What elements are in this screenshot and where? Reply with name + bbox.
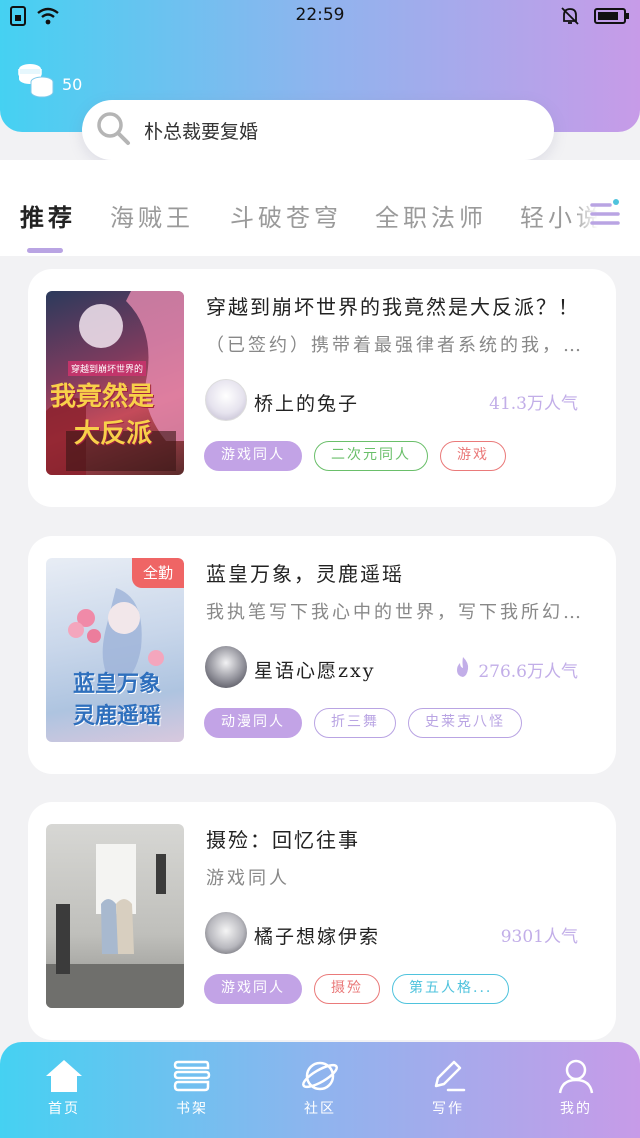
coin-balance[interactable]: 50 <box>16 62 82 102</box>
book-cover[interactable] <box>46 824 184 1008</box>
tag[interactable]: 动漫同人 <box>204 708 302 738</box>
book-title[interactable]: 蓝皇万象，灵鹿遥瑶 <box>206 558 606 587</box>
book-description: 游戏同人 <box>206 868 290 889</box>
user-icon <box>536 1058 616 1094</box>
nav-write[interactable]: 写作 <box>408 1058 488 1118</box>
fire-icon <box>454 656 472 683</box>
tag[interactable]: 游戏同人 <box>204 441 302 471</box>
book-title[interactable]: 穿越到崩坏世界的我竟然是大反派？！ <box>206 291 606 320</box>
search-input[interactable] <box>144 119 524 141</box>
author-avatar[interactable] <box>205 912 247 954</box>
bookshelf-icon <box>152 1058 232 1094</box>
popularity-count: 276.6万人气 <box>454 656 578 683</box>
tag[interactable]: 二次元同人 <box>314 441 428 471</box>
tag[interactable]: 折三舞 <box>314 708 396 738</box>
tab-active-indicator <box>27 248 63 253</box>
status-bar: 22:59 <box>0 0 640 34</box>
pen-icon <box>408 1058 488 1094</box>
author-avatar[interactable] <box>205 379 247 421</box>
tag-list: 游戏同人 二次元同人 游戏 <box>204 441 506 471</box>
menu-icon <box>588 196 624 236</box>
tag-list: 动漫同人 折三舞 史莱克八怪 <box>204 708 522 738</box>
coins-icon <box>16 62 56 102</box>
tab-recommend[interactable]: 推荐 <box>20 198 76 233</box>
popularity-count: 9301人气 <box>500 927 578 947</box>
book-title[interactable]: 摄殓：回忆往事 <box>206 824 606 853</box>
battery-icon <box>594 7 630 30</box>
nav-bookshelf[interactable]: 书架 <box>152 1058 232 1118</box>
book-card[interactable]: 摄殓：回忆往事 游戏同人 橘子想嫁伊索 9301人气 游戏同人 摄殓 第五人格.… <box>28 802 616 1040</box>
planet-icon <box>280 1058 360 1094</box>
tag[interactable]: 游戏 <box>440 441 506 471</box>
bottom-navigation: 首页 书架 社区 写作 我的 <box>0 1042 640 1138</box>
tab-doupo[interactable]: 斗破苍穹 <box>230 198 342 233</box>
author-avatar[interactable] <box>205 646 247 688</box>
cover-title-art: 蓝皇万象 灵鹿遥瑶 <box>72 671 161 729</box>
book-description: （已签约）携带着最强律者系统的我，... <box>206 335 586 356</box>
home-icon <box>24 1058 104 1094</box>
book-description: 我执笔写下我心中的世界，写下我所幻... <box>206 602 586 623</box>
search-bar[interactable] <box>82 100 554 160</box>
book-card[interactable]: 蓝皇万象 灵鹿遥瑶 全勤 蓝皇万象，灵鹿遥瑶 我执笔写下我心中的世界，写下我所幻… <box>28 536 616 774</box>
nav-home[interactable]: 首页 <box>24 1058 104 1118</box>
status-time: 22:59 <box>295 5 345 25</box>
cover-title-art: 穿越到崩坏世界的 我竟然是 大反派 <box>50 357 182 450</box>
nav-community[interactable]: 社区 <box>280 1058 360 1118</box>
author-name[interactable]: 星语心愿zxy <box>254 656 375 683</box>
tag[interactable]: 摄殓 <box>314 974 380 1004</box>
author-name[interactable]: 橘子想嫁伊索 <box>254 922 380 949</box>
nav-profile[interactable]: 我的 <box>536 1058 616 1118</box>
tag[interactable]: 游戏同人 <box>204 974 302 1004</box>
mute-bell-icon <box>560 6 580 31</box>
tag[interactable]: 史莱克八怪 <box>408 708 522 738</box>
book-cover[interactable]: 蓝皇万象 灵鹿遥瑶 全勤 <box>46 558 184 742</box>
coin-count: 50 <box>62 74 83 94</box>
tag[interactable]: 第五人格... <box>392 974 510 1004</box>
book-card[interactable]: 穿越到崩坏世界的 我竟然是 大反派 穿越到崩坏世界的我竟然是大反派？！ （已签约… <box>28 269 616 507</box>
author-name[interactable]: 桥上的兔子 <box>254 389 359 416</box>
full-attendance-badge: 全勤 <box>132 558 184 588</box>
category-menu-button[interactable] <box>578 196 634 236</box>
book-cover[interactable]: 穿越到崩坏世界的 我竟然是 大反派 <box>46 291 184 475</box>
tab-quanzhi[interactable]: 全职法师 <box>375 198 487 233</box>
search-icon <box>94 109 132 151</box>
popularity-count: 41.3万人气 <box>489 394 578 414</box>
category-tabs: 推荐 海贼王 斗破苍穹 全职法师 轻小说 <box>0 160 640 256</box>
tab-one-piece[interactable]: 海贼王 <box>110 198 194 233</box>
tag-list: 游戏同人 摄殓 第五人格... <box>204 974 510 1004</box>
